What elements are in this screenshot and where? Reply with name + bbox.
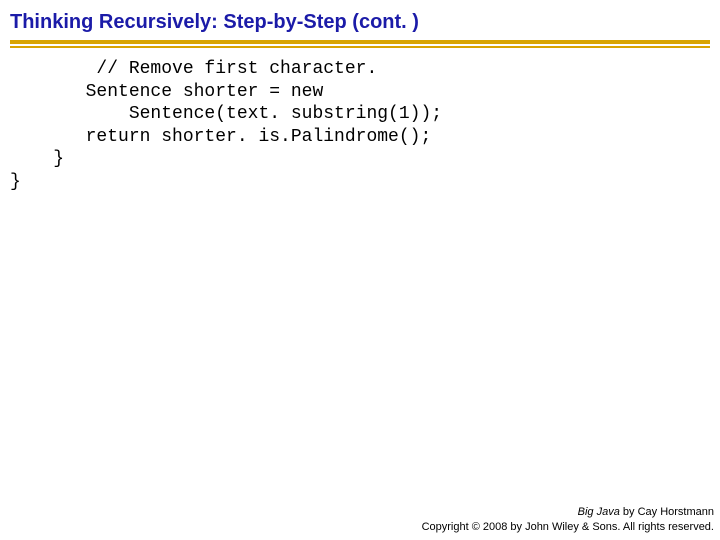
code-line: }: [10, 149, 64, 169]
header: Thinking Recursively: Step-by-Step (cont…: [0, 0, 720, 48]
code-line: }: [10, 172, 21, 192]
code-line: // Remove first character.: [10, 59, 377, 79]
footer: Big Java by Cay Horstmann Copyright © 20…: [422, 505, 714, 534]
code-block: // Remove first character. Sentence shor…: [0, 48, 720, 193]
book-title: Big Java: [578, 506, 620, 518]
slide-title: Thinking Recursively: Step-by-Step (cont…: [10, 10, 710, 34]
footer-line-2: Copyright © 2008 by John Wiley & Sons. A…: [422, 520, 714, 534]
code-line: Sentence shorter = new: [10, 82, 323, 102]
footer-line-1: Big Java by Cay Horstmann: [422, 505, 714, 519]
author: by Cay Horstmann: [620, 506, 714, 518]
code-line: Sentence(text. substring(1));: [10, 104, 442, 124]
code-line: return shorter. is.Palindrome();: [10, 127, 431, 147]
divider-thick: [10, 40, 710, 44]
